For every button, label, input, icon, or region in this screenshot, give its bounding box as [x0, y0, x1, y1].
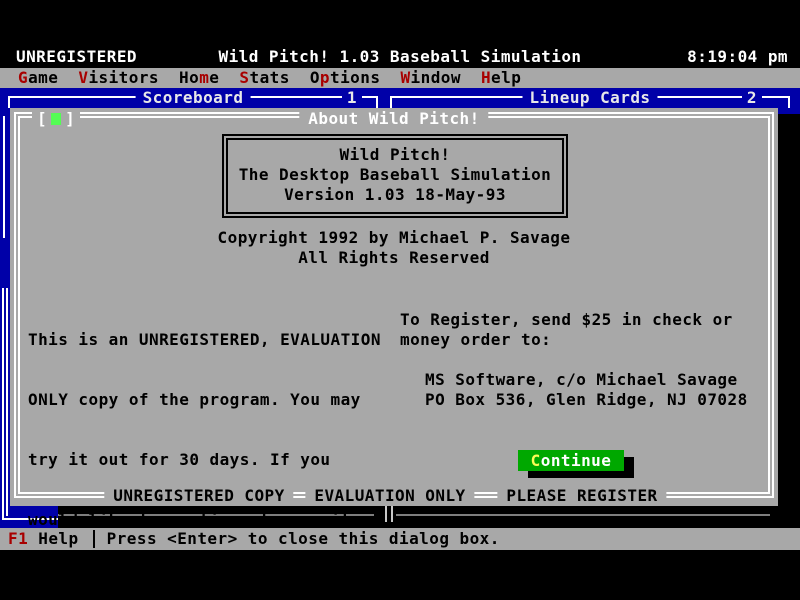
status-bar-divider — [93, 530, 95, 548]
register-address-line: PO Box 536, Glen Ridge, NJ 07028 — [425, 390, 748, 410]
register-instruction-line: money order to: — [400, 330, 551, 350]
window-border-line — [396, 514, 770, 516]
help-label: Help — [38, 529, 78, 548]
eval-line: you'll have to register. When you — [28, 570, 381, 590]
window-border-line — [6, 288, 8, 506]
about-dialog: [] About Wild Pitch! Wild Pitch! The Des… — [10, 108, 778, 506]
footer-please-register: PLEASE REGISTER — [497, 486, 666, 506]
continue-button-label: ontinue — [541, 451, 612, 470]
desktop-window-title-row: Scoreboard 1 Lineup Cards 2 — [0, 88, 800, 108]
menu-item-options[interactable]: Options — [310, 68, 381, 88]
menu-bar: Game Visitors Home Stats Options Window … — [0, 68, 800, 88]
product-name: Wild Pitch! — [228, 145, 562, 165]
menu-item-game[interactable]: Game — [18, 68, 58, 88]
window-header-lineup-cards[interactable]: Lineup Cards 2 — [390, 88, 790, 108]
app-screen: UNREGISTERED Wild Pitch! 1.03 Baseball S… — [0, 0, 800, 600]
window-border-corner — [376, 96, 378, 108]
menu-item-visitors[interactable]: Visitors — [78, 68, 159, 88]
window-border-line — [3, 116, 5, 238]
window-border-line — [2, 288, 4, 506]
about-info-box: Wild Pitch! The Desktop Baseball Simulat… — [222, 134, 568, 218]
eval-line: ONLY copy of the program. You may — [28, 390, 381, 410]
register-instruction-line: To Register, send $25 in check or — [400, 310, 733, 330]
top-title-bar: UNREGISTERED Wild Pitch! 1.03 Baseball S… — [0, 46, 800, 68]
window-title-scoreboard[interactable]: Scoreboard — [136, 88, 251, 108]
copyright-line: Copyright 1992 by Michael P. Savage — [10, 228, 778, 248]
product-tagline: The Desktop Baseball Simulation — [228, 165, 562, 185]
eval-line: try it out for 30 days. If you — [28, 450, 381, 470]
f1-help-shortcut[interactable]: F1 Help — [8, 529, 79, 549]
window-header-scoreboard[interactable]: Scoreboard 1 — [8, 88, 378, 108]
window-border-corner — [8, 96, 10, 108]
f1-key-label: F1 — [8, 529, 28, 548]
product-version: Version 1.03 18-May-93 — [228, 185, 562, 205]
window-border-line — [391, 506, 393, 522]
close-bracket-right: ] — [65, 109, 75, 128]
menu-item-stats[interactable]: Stats — [239, 68, 289, 88]
window-number-scoreboard: 1 — [342, 88, 362, 108]
registration-status: UNREGISTERED — [16, 47, 137, 67]
clock: 8:19:04 pm — [687, 47, 788, 67]
rights-line: All Rights Reserved — [10, 248, 778, 268]
footer-evaluation-only: EVALUATION ONLY — [305, 486, 474, 506]
footer-unregistered-copy: UNREGISTERED COPY — [104, 486, 293, 506]
status-bar: F1 Help Press <Enter> to close this dial… — [0, 528, 800, 550]
window-border-line — [385, 506, 387, 522]
background-window-left-edge — [0, 108, 10, 528]
status-message: Press <Enter> to close this dialog box. — [107, 529, 500, 549]
dialog-title: About Wild Pitch! — [299, 109, 488, 129]
evaluation-text: This is an UNREGISTERED, EVALUATION ONLY… — [28, 290, 381, 600]
window-border-line — [6, 506, 8, 516]
window-border-corner — [390, 96, 392, 108]
continue-button[interactable]: Continue — [518, 450, 624, 471]
eval-line: would like to continue to use it, — [28, 510, 381, 530]
close-button[interactable]: [] — [32, 109, 80, 129]
app-title: Wild Pitch! 1.03 Baseball Simulation — [219, 47, 582, 67]
menu-item-window[interactable]: Window — [400, 68, 461, 88]
window-title-lineup-cards[interactable]: Lineup Cards — [523, 88, 658, 108]
copyright-block: Copyright 1992 by Michael P. Savage All … — [10, 228, 778, 268]
close-bracket-left: [ — [37, 109, 47, 128]
window-number-lineup-cards: 2 — [742, 88, 762, 108]
continue-button-hotkey: C — [531, 451, 541, 470]
menu-item-help[interactable]: Help — [481, 68, 521, 88]
register-address-line: MS Software, c/o Michael Savage — [425, 370, 738, 390]
dialog-shadow-right — [778, 114, 800, 528]
menu-item-home[interactable]: Home — [179, 68, 219, 88]
eval-line: This is an UNREGISTERED, EVALUATION — [28, 330, 381, 350]
window-border-corner — [788, 96, 790, 108]
close-icon[interactable] — [51, 113, 61, 125]
